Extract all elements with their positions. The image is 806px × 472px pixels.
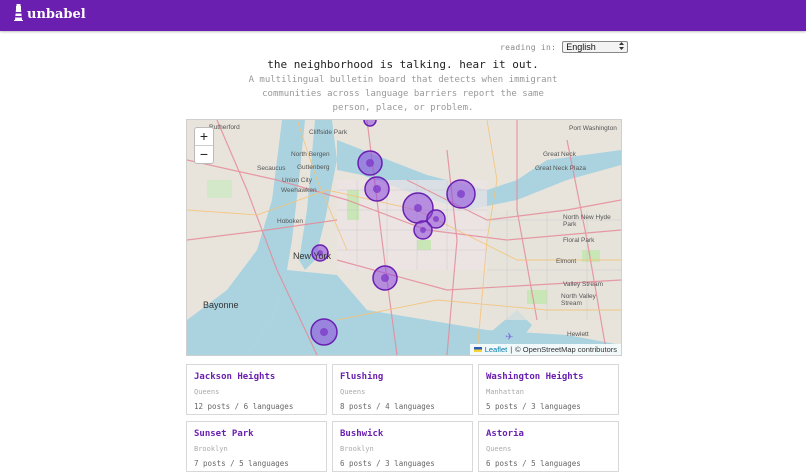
neighborhood-borough: Manhattan — [486, 388, 524, 396]
app-name: unbabel — [27, 7, 86, 22]
map-label: North Valley Stream — [561, 293, 596, 307]
map-label: Union City — [282, 177, 312, 184]
select-arrows-icon — [619, 42, 625, 52]
neighborhood-borough: Brooklyn — [194, 445, 228, 453]
map-attribution: Leaflet | © OpenStreetMap contributors — [469, 344, 621, 355]
language-selected-value: English — [566, 42, 596, 52]
map-label: Bayonne — [203, 300, 239, 310]
page-tagline: the neighborhood is talking. hear it out… — [267, 58, 539, 71]
map-label: New York — [293, 251, 332, 261]
neighborhood-borough: Queens — [486, 445, 512, 453]
lighthouse-icon — [14, 4, 23, 25]
map-label: Secaucus — [257, 165, 286, 172]
neighborhood-name: Sunset Park — [194, 429, 254, 439]
neighborhood-name: Flushing — [340, 372, 384, 382]
neighborhood-card[interactable]: Jackson Heights Queens 12 posts / 6 lang… — [186, 364, 327, 415]
map-label: North New Hyde Park — [563, 214, 611, 228]
leaflet-link[interactable]: Leaflet — [485, 344, 508, 355]
map-label: Great Neck — [543, 151, 576, 158]
neighborhood-borough: Brooklyn — [340, 445, 374, 453]
map-label: Hoboken — [277, 218, 304, 225]
neighborhood-stats: 12 posts / 6 languages — [194, 402, 294, 411]
map-label: Port Washington — [569, 125, 617, 132]
map-label: Weehawken — [281, 187, 317, 194]
language-select[interactable]: English — [562, 41, 629, 53]
zoom-control: + − — [194, 127, 214, 164]
neighborhood-card[interactable]: Flushing Queens 8 posts / 4 languages — [332, 364, 473, 415]
top-bar: unbabel — [0, 0, 806, 31]
neighborhood-stats: 8 posts / 4 languages — [340, 402, 435, 411]
neighborhood-name: Washington Heights — [486, 372, 584, 382]
ukraine-flag-icon — [473, 347, 482, 352]
map-label: Hewlett — [567, 331, 589, 338]
page-description: A multilingual bulletin board that detec… — [248, 75, 558, 113]
map-label: North Bergen — [291, 151, 330, 158]
zoom-in-button[interactable]: + — [195, 128, 213, 145]
language-label: reading in: — [500, 42, 557, 52]
neighborhood-borough: Queens — [340, 388, 366, 396]
neighborhood-card[interactable]: Washington Heights Manhattan 5 posts / 3… — [478, 364, 619, 415]
osm-attribution[interactable]: © OpenStreetMap contributors — [515, 344, 617, 355]
map-label: Great Neck Plaza — [535, 165, 586, 172]
zoom-out-button[interactable]: − — [195, 145, 213, 163]
brand[interactable]: unbabel — [14, 4, 86, 25]
map-label: Floral Park — [563, 237, 595, 244]
map-label: Elmont — [556, 258, 577, 265]
neighborhood-card[interactable]: Astoria Queens 6 posts / 5 languages — [478, 421, 619, 472]
svg-text:✈: ✈ — [505, 332, 513, 343]
map-label: Cliffside Park — [309, 129, 348, 136]
neighborhood-name: Astoria — [486, 429, 524, 439]
map-label: Valley Stream — [563, 281, 603, 288]
neighborhood-map[interactable]: ✈ Rutherford Cliffside Park Port Washing… — [186, 119, 622, 356]
map-label: Guttenberg — [297, 164, 330, 171]
neighborhood-card[interactable]: Sunset Park Brooklyn 7 posts / 5 languag… — [186, 421, 327, 472]
attribution-separator: | — [510, 345, 513, 354]
neighborhood-name: Bushwick — [340, 429, 384, 439]
neighborhood-name: Jackson Heights — [194, 372, 276, 382]
neighborhood-stats: 5 posts / 3 languages — [486, 402, 581, 411]
neighborhood-card[interactable]: Bushwick Brooklyn 6 posts / 3 languages — [332, 421, 473, 472]
neighborhood-borough: Queens — [194, 388, 220, 396]
language-selector: reading in: English — [500, 41, 629, 53]
